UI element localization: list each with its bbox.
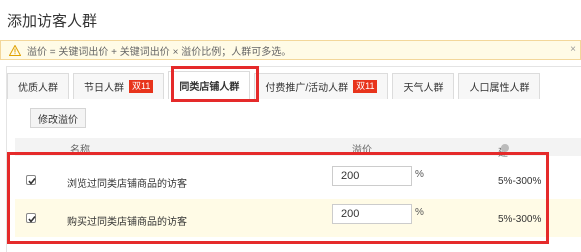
tab-label: 付费推广/活动人群 bbox=[265, 83, 349, 94]
dialog-title: 添加访客人群 bbox=[7, 13, 98, 30]
notice-text: 溢价 = 关键词出价 + 关键词出价 × 溢价比例；人群可多选。 bbox=[27, 46, 292, 58]
tab-weather[interactable]: 天气人群 bbox=[392, 73, 455, 99]
tab-highlight-box bbox=[171, 66, 259, 102]
tab-paid-promo[interactable]: 付费推广/活动人群 双11 bbox=[254, 73, 389, 99]
notice-bar: 溢价 = 关键词出价 + 关键词出价 × 溢价比例；人群可多选。 × bbox=[0, 40, 581, 60]
tab-label: 人口属性人群 bbox=[469, 83, 530, 94]
tab-badge: 双11 bbox=[353, 80, 378, 93]
tab-badge: 双11 bbox=[129, 80, 154, 93]
tab-label: 优质人群 bbox=[18, 83, 58, 94]
close-icon[interactable]: × bbox=[570, 44, 576, 55]
tab-quality[interactable]: 优质人群 bbox=[7, 73, 69, 99]
tab-holiday[interactable]: 节日人群 双11 bbox=[73, 73, 165, 99]
info-icon[interactable] bbox=[501, 144, 509, 152]
tab-label: 节日人群 bbox=[84, 83, 124, 94]
warning-icon bbox=[9, 44, 21, 56]
table-highlight-box bbox=[7, 152, 549, 244]
tab-bar: 优质人群 节日人群 双11 同类店铺人群 付费推广/活动人群 双11 天气人群 人口… bbox=[7, 71, 544, 99]
modify-premium-button[interactable]: 修改溢价 bbox=[30, 108, 86, 128]
tab-label: 天气人群 bbox=[403, 83, 444, 94]
tab-demographic[interactable]: 人口属性人群 bbox=[458, 73, 541, 99]
